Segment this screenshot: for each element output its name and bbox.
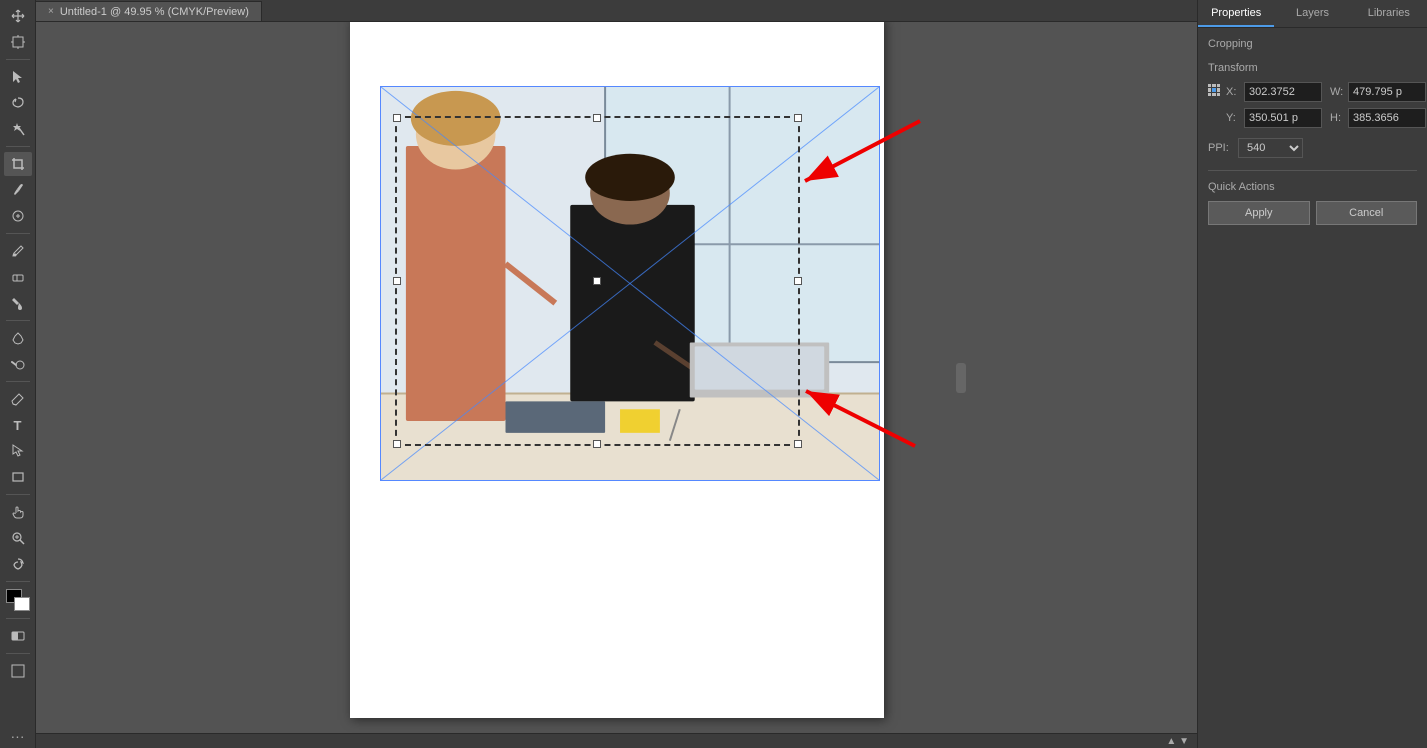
type-tool[interactable]: T bbox=[4, 413, 32, 437]
right-panel: Properties Layers Libraries Cropping Tra… bbox=[1197, 0, 1427, 748]
document-canvas bbox=[350, 22, 884, 718]
brush-tool[interactable] bbox=[4, 239, 32, 263]
blur-tool[interactable] bbox=[4, 326, 32, 350]
ppi-row: PPI: 540 72 96 150 300 bbox=[1208, 138, 1417, 158]
eyedropper-tool[interactable] bbox=[4, 178, 32, 202]
select-tool[interactable] bbox=[4, 65, 32, 89]
separator-3 bbox=[6, 233, 30, 234]
crop-handle-br[interactable] bbox=[794, 440, 802, 448]
separator-1 bbox=[6, 59, 30, 60]
document-tab[interactable]: × Untitled-1 @ 49.95 % (CMYK/Preview) bbox=[36, 1, 262, 21]
cropping-section: Cropping bbox=[1208, 38, 1417, 50]
background-color[interactable] bbox=[14, 597, 30, 611]
ppi-label: PPI: bbox=[1208, 142, 1232, 154]
crop-handle-tr[interactable] bbox=[794, 114, 802, 122]
separator-5 bbox=[6, 381, 30, 382]
w-label: W: bbox=[1330, 86, 1344, 98]
main-area: × Untitled-1 @ 49.95 % (CMYK/Preview) bbox=[36, 0, 1197, 748]
section-divider bbox=[1208, 170, 1417, 171]
heal-tool[interactable] bbox=[4, 204, 32, 228]
panel-tabs: Properties Layers Libraries bbox=[1198, 0, 1427, 28]
left-toolbar: T ··· bbox=[0, 0, 36, 748]
magic-wand-tool[interactable] bbox=[4, 117, 32, 141]
w-value-input[interactable] bbox=[1348, 82, 1426, 102]
more-tools[interactable]: ··· bbox=[4, 724, 32, 748]
image-container bbox=[380, 86, 880, 466]
path-selection-tool[interactable] bbox=[4, 439, 32, 463]
paint-bucket-tool[interactable] bbox=[4, 291, 32, 315]
crop-tool[interactable] bbox=[4, 152, 32, 176]
cropping-title: Cropping bbox=[1208, 38, 1417, 50]
canvas-area[interactable] bbox=[36, 22, 1197, 733]
h-value-input[interactable] bbox=[1348, 108, 1426, 128]
tab-libraries[interactable]: Libraries bbox=[1351, 0, 1427, 27]
hand-tool[interactable] bbox=[4, 500, 32, 524]
rectangle-tool[interactable] bbox=[4, 465, 32, 489]
dodge-tool[interactable] bbox=[4, 352, 32, 376]
grid-reference-icon bbox=[1208, 84, 1220, 96]
zoom-tool[interactable] bbox=[4, 526, 32, 550]
h-label: H: bbox=[1330, 112, 1344, 124]
lasso-tool[interactable] bbox=[4, 91, 32, 115]
crop-handle-tc[interactable] bbox=[593, 114, 601, 122]
quick-mask-tool[interactable] bbox=[4, 624, 32, 648]
vertical-scrollbar[interactable] bbox=[956, 363, 966, 393]
zoom-level: ▲ ▼ bbox=[1166, 736, 1189, 747]
tab-layers[interactable]: Layers bbox=[1274, 0, 1350, 27]
separator-4 bbox=[6, 320, 30, 321]
panel-content: Cropping Transform X: bbox=[1198, 28, 1427, 748]
move-tool[interactable] bbox=[4, 4, 32, 28]
transform-y-row: Y: H: bbox=[1226, 108, 1426, 128]
tab-properties[interactable]: Properties bbox=[1198, 0, 1274, 27]
separator-6 bbox=[6, 494, 30, 495]
x-label: X: bbox=[1226, 86, 1240, 98]
y-label: Y: bbox=[1226, 112, 1240, 124]
inner-crop-area bbox=[395, 116, 800, 446]
tab-bar: × Untitled-1 @ 49.95 % (CMYK/Preview) bbox=[36, 0, 1197, 22]
document-tab-close[interactable]: × bbox=[48, 6, 54, 17]
crop-handle-tl[interactable] bbox=[393, 114, 401, 122]
separator-9 bbox=[6, 653, 30, 654]
crop-handle-mc[interactable] bbox=[593, 277, 601, 285]
y-value-input[interactable] bbox=[1244, 108, 1322, 128]
transform-title: Transform bbox=[1208, 62, 1417, 74]
screen-mode[interactable] bbox=[4, 659, 32, 683]
quick-actions-section: Quick Actions Apply Cancel bbox=[1208, 181, 1417, 225]
transform-x-row: X: W: bbox=[1226, 82, 1426, 102]
eraser-tool[interactable] bbox=[4, 265, 32, 289]
crop-handle-bc[interactable] bbox=[593, 440, 601, 448]
crop-handle-bl[interactable] bbox=[393, 440, 401, 448]
color-swatches[interactable] bbox=[6, 589, 30, 611]
apply-button[interactable]: Apply bbox=[1208, 201, 1310, 225]
quick-actions-buttons: Apply Cancel bbox=[1208, 201, 1417, 225]
rotate-view-tool[interactable] bbox=[4, 552, 32, 576]
x-value-input[interactable] bbox=[1244, 82, 1322, 102]
cancel-button[interactable]: Cancel bbox=[1316, 201, 1418, 225]
artboard-tool[interactable] bbox=[4, 30, 32, 54]
crop-handle-mr[interactable] bbox=[794, 277, 802, 285]
bottom-bar: ▲ ▼ bbox=[36, 733, 1197, 748]
document-tab-label: Untitled-1 @ 49.95 % (CMYK/Preview) bbox=[60, 6, 249, 18]
separator-7 bbox=[6, 581, 30, 582]
quick-actions-title: Quick Actions bbox=[1208, 181, 1417, 193]
separator-2 bbox=[6, 146, 30, 147]
pen-tool[interactable] bbox=[4, 387, 32, 411]
separator-8 bbox=[6, 618, 30, 619]
crop-handle-ml[interactable] bbox=[393, 277, 401, 285]
transform-section: Transform X: W: bbox=[1208, 62, 1417, 158]
ppi-select[interactable]: 540 72 96 150 300 bbox=[1238, 138, 1303, 158]
